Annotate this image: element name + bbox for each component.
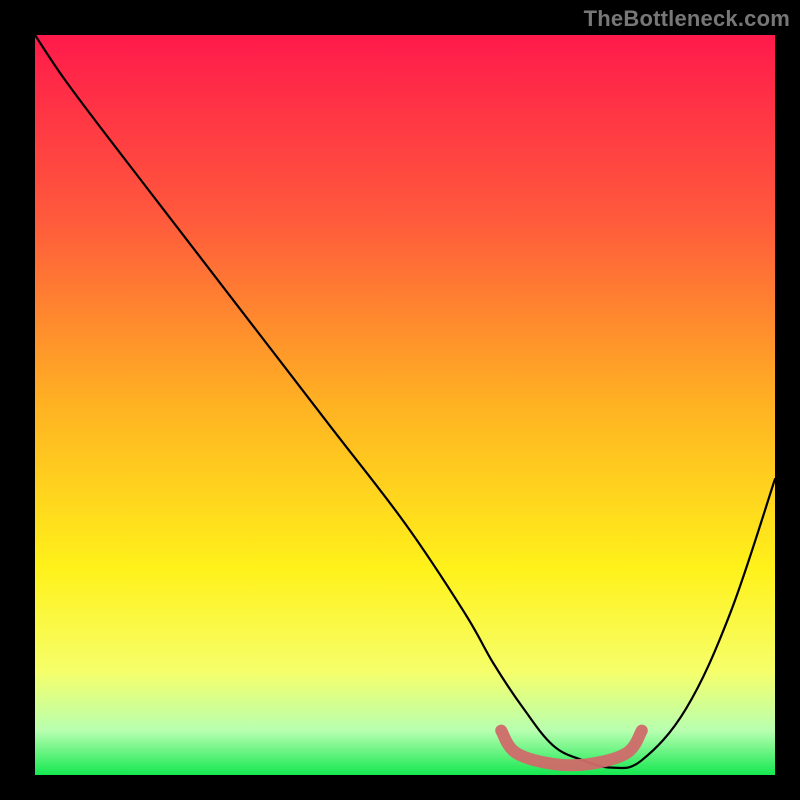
chart-svg <box>35 35 775 775</box>
chart-background <box>35 35 775 775</box>
chart-frame: TheBottleneck.com <box>0 0 800 800</box>
attribution-text: TheBottleneck.com <box>584 6 790 32</box>
chart-plot-area <box>35 35 775 775</box>
